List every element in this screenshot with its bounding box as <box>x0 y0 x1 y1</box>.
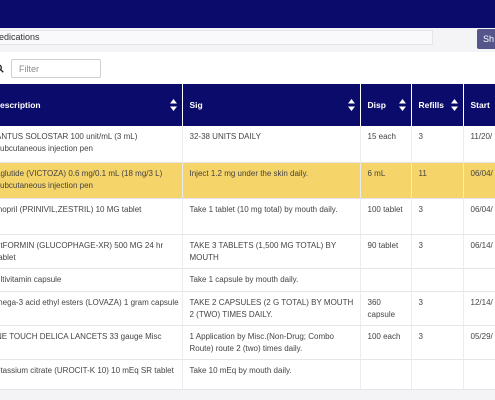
cell-sig: TAKE 2 CAPSULES (2 G TOTAL) BY MOUTH 2 (… <box>182 291 361 326</box>
cell-description: ANTUS SOLOSTAR 100 unit/mL (3 mL) subcut… <box>0 126 183 163</box>
cell-disp <box>360 268 412 292</box>
cell-start: 06/04/ <box>463 162 495 199</box>
sort-icon[interactable] <box>169 99 177 111</box>
table-row[interactable]: NE TOUCH DELICA LANCETS 33 gauge Misc 1 … <box>0 325 495 360</box>
cell-start: 05/29/ <box>463 325 495 360</box>
cell-refills <box>411 268 464 292</box>
table-row[interactable]: mega-3 acid ethyl esters (LOVAZA) 1 gram… <box>0 291 495 326</box>
table-header-row: escription Sig Disp Refills Start <box>0 84 495 126</box>
cell-disp: 100 each <box>360 325 412 360</box>
column-header-description[interactable]: escription <box>0 84 183 126</box>
cell-sig: 1 Application by Misc.(Non-Drug; Combo R… <box>182 325 361 360</box>
cell-refills: 3 <box>411 325 464 360</box>
search-icon <box>0 64 4 73</box>
sort-icon[interactable] <box>347 99 355 111</box>
cell-disp: 6 mL <box>360 162 412 199</box>
cell-start: 11/20/ <box>463 126 495 163</box>
cell-sig: Take 1 tablet (10 mg total) by mouth dai… <box>182 198 361 235</box>
sort-icon[interactable] <box>398 99 406 111</box>
cell-disp: 90 tablet <box>360 234 412 269</box>
column-header-sig[interactable]: Sig <box>182 84 361 126</box>
cell-refills: 11 <box>411 162 464 199</box>
cell-sig: Take 10 mEq by mouth daily. <box>182 359 361 390</box>
cell-start <box>463 268 495 292</box>
cell-sig: 32-38 UNITS DAILY <box>182 126 361 163</box>
column-header-label: escription <box>0 100 41 110</box>
cell-description: mega-3 acid ethyl esters (LOVAZA) 1 gram… <box>0 291 183 326</box>
cell-start: 12/14/ <box>463 291 495 326</box>
medications-table: escription Sig Disp Refills Start ANTUS … <box>0 84 495 390</box>
table-row[interactable]: inopril (PRINIVIL,ZESTRIL) 10 MG tablet … <box>0 198 495 235</box>
table-row[interactable]: ultivitamin capsule Take 1 capsule by mo… <box>0 268 495 292</box>
cell-sig: Take 1 capsule by mouth daily. <box>182 268 361 292</box>
cell-refills: 3 <box>411 291 464 326</box>
cell-disp: 15 each <box>360 126 412 163</box>
column-header-label: Refills <box>418 100 445 110</box>
column-header-start[interactable]: Start <box>463 84 495 126</box>
sort-icon[interactable] <box>450 99 458 111</box>
cell-refills: 3 <box>411 198 464 235</box>
column-header-refills[interactable]: Refills <box>411 84 464 126</box>
cell-description: etFORMIN (GLUCOPHAGE-XR) 500 MG 24 hr ta… <box>0 234 183 269</box>
table-row[interactable]: aglutide (VICTOZA) 0.6 mg/0.1 mL (18 mg/… <box>0 162 495 199</box>
cell-description: ultivitamin capsule <box>0 268 183 292</box>
top-navigation-bar <box>0 0 495 28</box>
show-button[interactable]: Sh <box>477 29 495 49</box>
cell-refills <box>411 359 464 390</box>
cell-disp: 360 capsule <box>360 291 412 326</box>
cell-start: 06/04/ <box>463 198 495 235</box>
filter-row <box>0 52 495 84</box>
table-row[interactable]: etFORMIN (GLUCOPHAGE-XR) 500 MG 24 hr ta… <box>0 234 495 269</box>
column-header-label: Disp <box>367 100 386 110</box>
cell-disp: 100 tablet <box>360 198 412 235</box>
cell-description: inopril (PRINIVIL,ZESTRIL) 10 MG tablet <box>0 198 183 235</box>
medications-title: edications <box>0 30 433 45</box>
table-row[interactable]: otassium citrate (UROCIT-K 10) 10 mEq SR… <box>0 359 495 390</box>
cell-sig: TAKE 3 TABLETS (1,500 MG TOTAL) BY MOUTH <box>182 234 361 269</box>
column-header-label: Sig <box>189 100 203 110</box>
cell-description: aglutide (VICTOZA) 0.6 mg/0.1 mL (18 mg/… <box>0 162 183 199</box>
cell-description: NE TOUCH DELICA LANCETS 33 gauge Misc <box>0 325 183 360</box>
column-header-disp[interactable]: Disp <box>360 84 412 126</box>
cell-disp <box>360 359 412 390</box>
cell-description: otassium citrate (UROCIT-K 10) 10 mEq SR… <box>0 359 183 390</box>
cell-start: 06/14/ <box>463 234 495 269</box>
cell-refills: 3 <box>411 126 464 163</box>
cell-sig: Inject 1.2 mg under the skin daily. <box>182 162 361 199</box>
cell-refills: 3 <box>411 234 464 269</box>
filter-input[interactable] <box>11 59 101 78</box>
section-header: edications Sh <box>0 28 495 52</box>
table-row[interactable]: ANTUS SOLOSTAR 100 unit/mL (3 mL) subcut… <box>0 126 495 163</box>
cell-start <box>463 359 495 390</box>
column-header-label: Start <box>470 100 490 110</box>
